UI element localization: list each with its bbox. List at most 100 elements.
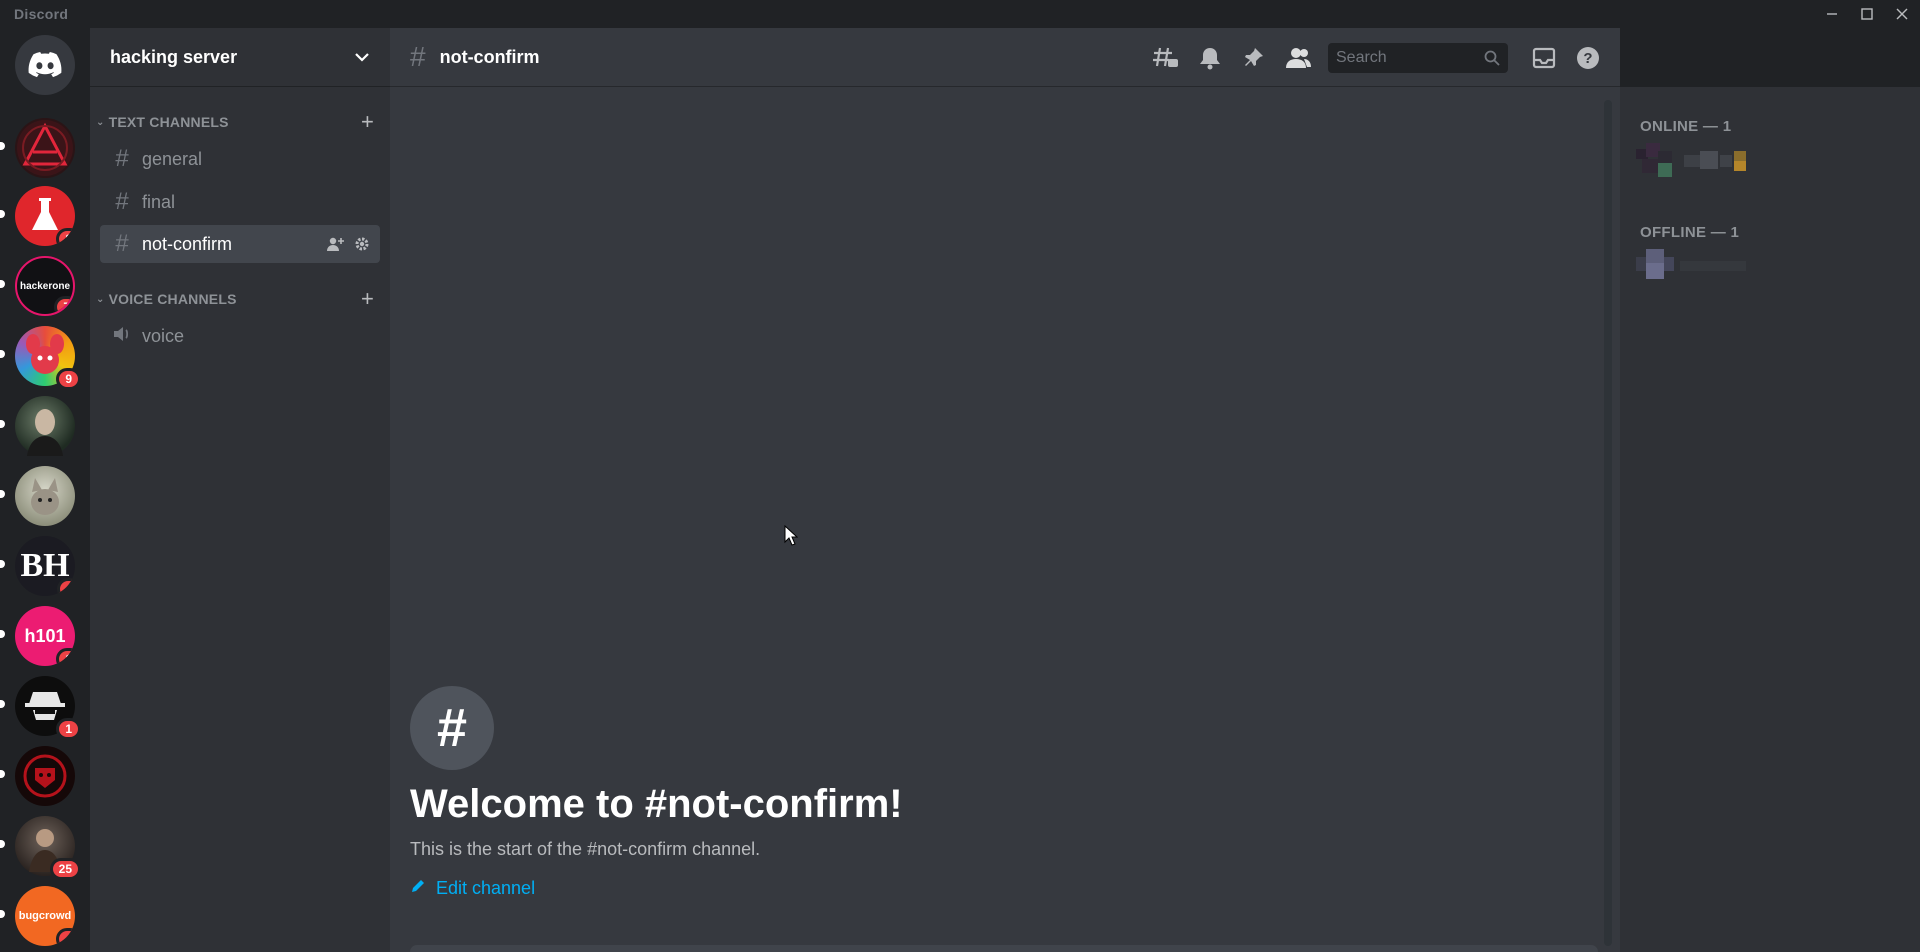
pencil-icon [410,878,426,899]
mention-badge: 9 [56,368,81,390]
server-icon-label: hackerone [19,280,71,292]
server-icon[interactable]: 1 [15,676,81,740]
chevron-down-icon: ⌄ [96,293,105,305]
search-icon [1484,50,1500,66]
unread-indicator [0,770,5,778]
mention-badge: 1 [57,578,75,596]
chat-area: # not-confirm Search ? # Welcome to #not… [390,28,1620,952]
server-icon[interactable]: bugcrowd 4 [15,886,75,946]
online-group-header: ONLINE — 1 [1640,118,1732,135]
search-placeholder: Search [1336,48,1387,66]
unread-indicator [0,142,5,150]
red-emblem-icon [17,120,73,176]
home-button[interactable] [15,35,75,95]
mention-badge: 8 [56,228,75,246]
close-icon [1896,8,1908,20]
chat-header: # not-confirm Search ? [390,28,1620,87]
category-label: VOICE CHANNELS [108,291,237,307]
member-offline[interactable] [1636,249,1776,295]
portrait-icon [27,409,63,456]
server-icon[interactable]: 9 [15,326,81,390]
bell-icon [1200,47,1220,69]
channel-not-confirm[interactable]: # not-confirm [100,225,380,263]
mention-badge: 1 [56,648,75,666]
threads-icon [1153,47,1178,67]
inbox-button[interactable] [1522,43,1566,73]
create-channel-button[interactable]: + [361,286,374,312]
messages-scrollbar[interactable] [1604,100,1612,946]
mention-badge: 1 [56,718,81,740]
channel-welcome: # Welcome to #not-confirm! This is the s… [410,686,903,899]
channel-sidebar: hacking server ⌄ TEXT CHANNELS + # gener… [90,28,390,952]
edit-channel-link[interactable]: Edit channel [410,878,903,899]
unread-indicator [0,840,5,848]
server-icon[interactable]: BH 1 [15,536,75,596]
invite-icon[interactable] [326,236,344,252]
gear-icon[interactable] [354,236,370,252]
channel-label: final [142,191,176,212]
minimize-icon [1827,13,1837,15]
member-online[interactable] [1636,143,1776,189]
unread-indicator [0,630,5,638]
mention-badge: 4 [56,928,75,946]
maximize-icon [1861,8,1873,20]
help-button[interactable]: ? [1566,43,1610,73]
cat-icon [31,478,59,515]
discord-logo-icon [28,52,62,78]
chevron-down-icon: ⌄ [96,116,105,128]
channel-final[interactable]: # final [100,183,380,221]
window-titlebar: Discord [0,0,1920,28]
unread-indicator [0,910,5,918]
hash-icon: # [115,230,129,257]
maximize-button[interactable] [1850,0,1884,28]
create-channel-button[interactable]: + [361,109,374,135]
server-name: hacking server [110,46,238,67]
close-button[interactable] [1885,0,1919,28]
help-icon: ? [1577,46,1599,69]
search-input[interactable]: Search [1328,42,1508,73]
notification-settings-button[interactable] [1188,43,1232,73]
mention-badge: 25 [49,858,81,880]
offline-group-header: OFFLINE — 1 [1640,224,1740,241]
app-name: Discord [14,6,69,22]
inbox-icon [1532,47,1556,68]
mouse-cursor-icon [784,525,798,546]
pin-icon [1245,47,1263,66]
channel-label: voice [142,325,185,346]
member-list-button[interactable] [1276,43,1320,73]
channel-general[interactable]: # general [100,140,380,178]
unread-indicator [0,700,5,708]
server-icon[interactable]: 8 [15,186,75,246]
server-header[interactable]: hacking server [90,28,390,87]
server-icon[interactable]: hackerone 7 [15,256,75,316]
channel-label: not-confirm [142,233,233,254]
unread-indicator [0,560,5,568]
channel-voice[interactable]: voice [100,317,380,355]
members-icon [1286,47,1311,68]
category-voice-channels[interactable]: ⌄ VOICE CHANNELS + [96,286,384,312]
unread-indicator [0,350,5,358]
message-input[interactable] [410,945,1598,952]
server-icon-label: bugcrowd [18,910,72,922]
server-icon-label: h101 [24,625,66,646]
hash-icon: # [410,41,426,72]
server-icon[interactable]: h101 1 [15,606,75,666]
channel-title: not-confirm [439,46,540,67]
pinned-messages-button[interactable] [1232,43,1276,73]
minimize-button[interactable] [1815,0,1849,28]
channel-label: general [142,148,203,169]
unread-indicator [0,280,5,288]
unread-indicator [0,490,5,498]
server-icon[interactable] [15,466,75,526]
server-icon[interactable] [15,396,75,456]
server-list: 8 hackerone 7 9 BH 1 h101 1 1 25 bugcrow… [0,28,90,952]
svg-text:?: ? [1583,50,1592,67]
threads-button[interactable] [1144,43,1188,73]
server-icon[interactable] [15,118,75,178]
server-icon[interactable] [15,746,75,806]
red-skull-icon [23,754,67,798]
member-list: ONLINE — 1 OFFLINE — 1 [1620,87,1920,952]
edit-channel-label: Edit channel [436,878,536,898]
server-icon[interactable]: 25 [15,816,81,880]
category-text-channels[interactable]: ⌄ TEXT CHANNELS + [96,109,384,135]
